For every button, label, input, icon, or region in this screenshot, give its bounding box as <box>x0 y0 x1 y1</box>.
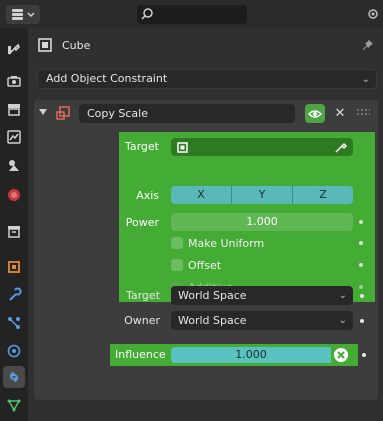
constraints-icon <box>10 372 18 382</box>
delete-constraint-button[interactable]: ✕ <box>332 104 348 123</box>
properties-main: Cube Add Object Constraint ⌄ Copy Scale … <box>28 28 383 421</box>
tab-output[interactable] <box>3 98 25 120</box>
influence-highlight: Influence 1.000 <box>110 344 358 366</box>
tab-render[interactable] <box>3 70 25 92</box>
target-space-dropdown[interactable]: World Space ⌄ <box>171 286 353 305</box>
axis-y-toggle[interactable]: Y <box>232 186 293 204</box>
make-uniform-label: Make Uniform <box>188 236 265 250</box>
make-uniform-keyframe-dot[interactable] <box>359 241 363 245</box>
tab-world[interactable] <box>3 184 25 206</box>
constraint-name-field[interactable]: Copy Scale <box>79 104 295 123</box>
editor-type-button[interactable] <box>6 5 40 24</box>
influence-keyframe-dot[interactable] <box>362 353 366 357</box>
additive-keyframe-dot[interactable] <box>359 285 363 289</box>
owner-space-dropdown[interactable]: World Space ⌄ <box>171 311 353 330</box>
tab-collection[interactable] <box>3 220 25 242</box>
physics-icon <box>7 344 21 358</box>
object-name: Cube <box>62 38 91 52</box>
influence-slider[interactable]: 1.000 <box>171 347 331 363</box>
render-icon <box>7 76 21 87</box>
offset-checkbox[interactable]: Offset <box>171 257 221 273</box>
tab-view-layer[interactable] <box>3 126 25 148</box>
axis-toggle-group: X Y Z <box>171 186 353 204</box>
make-uniform-check <box>171 237 183 249</box>
tab-modifier[interactable] <box>3 284 25 306</box>
tab-tool[interactable] <box>3 38 25 60</box>
drag-handle-icon[interactable] <box>356 107 370 119</box>
power-keyframe-dot[interactable] <box>359 220 363 224</box>
disable-keep-transform-button[interactable] <box>332 347 350 363</box>
target-object-field[interactable] <box>171 138 353 156</box>
output-icon <box>8 104 20 116</box>
world-icon <box>8 189 20 201</box>
collapse-arrow-icon[interactable] <box>39 109 47 115</box>
collection-icon <box>8 226 20 238</box>
modifier-icon <box>9 287 22 301</box>
space-owner-label: Owner <box>124 314 160 327</box>
target-space-value: World Space <box>178 289 247 302</box>
space-target-label: Target <box>125 289 160 302</box>
search-input[interactable] <box>137 5 247 24</box>
tab-object[interactable] <box>3 256 25 278</box>
power-label: Power <box>125 216 159 229</box>
visibility-toggle[interactable] <box>305 104 325 123</box>
properties-tab-strip <box>0 28 28 421</box>
offset-label: Offset <box>188 258 222 272</box>
properties-header <box>0 0 383 28</box>
constraint-settings-highlight: Target Axis X Y Z Power 1.000 Make Unifo… <box>119 132 375 302</box>
add-constraint-dropdown[interactable]: Add Object Constraint ⌄ <box>37 69 377 89</box>
eye-icon <box>308 109 322 118</box>
search-icon <box>141 8 153 20</box>
view-layer-icon <box>7 130 21 144</box>
make-uniform-checkbox[interactable]: Make Uniform <box>171 235 264 251</box>
object-icon <box>177 142 188 153</box>
scene-icon <box>9 160 19 171</box>
close-icon: ✕ <box>334 106 346 121</box>
axis-label: Axis <box>136 189 159 202</box>
target-label: Target <box>124 140 159 153</box>
copy-scale-icon <box>56 106 70 120</box>
header-options-icon[interactable] <box>368 9 378 19</box>
constraint-header: Copy Scale ✕ <box>34 100 378 127</box>
axis-x-toggle[interactable]: X <box>171 186 232 204</box>
influence-label: Influence <box>115 348 166 361</box>
add-constraint-label: Add Object Constraint <box>46 72 168 85</box>
tab-data[interactable] <box>3 394 25 416</box>
power-field[interactable]: 1.000 <box>171 213 353 231</box>
axis-z-toggle[interactable]: Z <box>293 186 353 204</box>
target-space-keyframe-dot[interactable] <box>360 294 364 298</box>
chevron-down-icon: ⌄ <box>338 315 347 326</box>
tool-icon <box>8 43 20 55</box>
offset-check <box>171 259 183 271</box>
object-icon <box>8 261 20 273</box>
close-circle-icon <box>334 348 348 362</box>
object-icon <box>38 38 52 52</box>
eyedropper-icon[interactable] <box>334 140 348 154</box>
tab-physics[interactable] <box>3 340 25 362</box>
object-context: Cube <box>38 36 90 54</box>
owner-space-value: World Space <box>178 314 247 327</box>
chevron-down-icon: ⌄ <box>361 74 370 85</box>
pin-icon[interactable] <box>361 38 375 52</box>
owner-space-keyframe-dot[interactable] <box>360 319 364 323</box>
particles-icon <box>8 317 20 329</box>
tab-constraints[interactable] <box>3 366 25 388</box>
tab-scene[interactable] <box>3 154 25 176</box>
properties-editor-icon <box>12 9 35 20</box>
offset-keyframe-dot[interactable] <box>359 263 363 267</box>
tab-particles[interactable] <box>3 312 25 334</box>
data-icon <box>7 399 21 412</box>
chevron-down-icon: ⌄ <box>338 290 347 301</box>
